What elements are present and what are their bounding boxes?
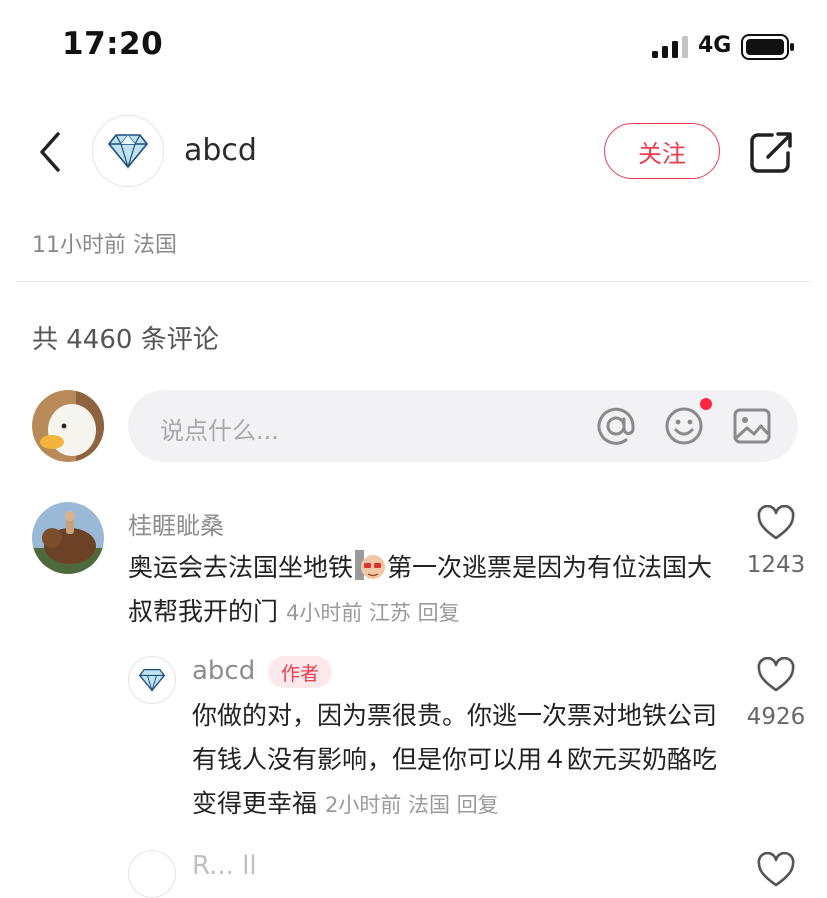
my-avatar[interactable]	[32, 390, 104, 462]
status-time: 17:20	[62, 26, 164, 62]
comment-input-placeholder[interactable]: 说点什么...	[160, 411, 279, 446]
author-username[interactable]: abcd	[184, 133, 257, 168]
next-reply-avatar[interactable]	[128, 850, 176, 898]
comments-count: 共 4460 条评论	[32, 325, 219, 355]
like-heart-icon[interactable]	[757, 505, 795, 541]
divider	[16, 281, 812, 282]
reply-text[interactable]: 你做的对，因为票很贵。你逃一次票对地铁公司有钱人没有影响，但是你可以用４欧元买奶…	[192, 694, 722, 827]
like-heart-icon[interactable]	[757, 657, 795, 693]
reply-username[interactable]: abcd	[192, 656, 255, 686]
diamond-icon	[108, 134, 148, 169]
post-meta: 11小时前 法国	[32, 233, 177, 258]
comment-meta[interactable]: 4小时前 江苏 回复	[286, 601, 460, 625]
share-icon[interactable]	[748, 129, 794, 175]
like-count: 4926	[746, 704, 806, 730]
commenter-username[interactable]: 桂睚眦桑	[128, 506, 224, 541]
comment-text[interactable]: 奥运会去法国坐地铁 第一次逃票是因为有位法国大叔帮我开的门 4小时前 江苏 回复	[128, 546, 728, 635]
image-icon[interactable]	[732, 406, 772, 446]
mention-icon[interactable]	[596, 406, 636, 446]
commenter-avatar[interactable]	[32, 502, 104, 574]
network-label: 4G	[698, 33, 732, 58]
emoji-icon[interactable]	[664, 406, 704, 446]
author-reply-avatar[interactable]	[128, 656, 176, 704]
reply-meta[interactable]: 2小时前 法国 回复	[325, 793, 499, 817]
like-heart-icon[interactable]	[757, 852, 795, 888]
battery-icon	[741, 34, 794, 60]
diamond-icon	[139, 668, 165, 692]
comment-text-part: 奥运会去法国坐地铁	[128, 553, 354, 582]
next-reply-username[interactable]: R... ll	[192, 851, 257, 881]
face-sticker-icon	[355, 550, 386, 580]
author-avatar[interactable]	[92, 115, 164, 187]
signal-icon	[652, 36, 688, 58]
follow-button[interactable]: 关注	[604, 123, 720, 179]
emoji-notification-dot	[700, 398, 712, 410]
like-count: 1243	[746, 552, 806, 578]
author-badge: 作者	[268, 656, 332, 688]
back-icon[interactable]	[36, 130, 64, 174]
